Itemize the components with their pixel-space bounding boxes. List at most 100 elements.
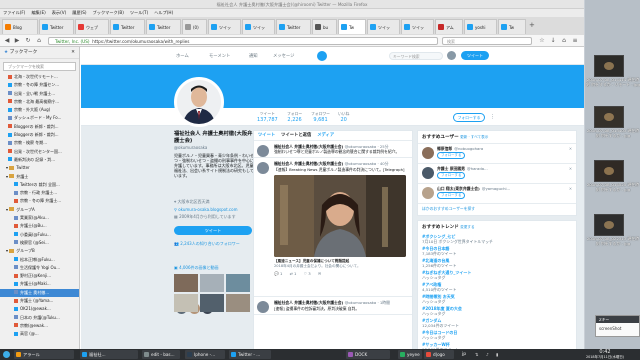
new-tab-icon[interactable]: + [529, 21, 535, 29]
home-icon[interactable]: ⌂ [35, 37, 43, 45]
menu-view[interactable]: 表示(V) [49, 9, 70, 17]
bookmark-item[interactable]: 生活保護令 Yogi Ou... [0, 264, 79, 272]
twitter-bird-icon[interactable] [317, 51, 327, 61]
tweet-avatar[interactable] [257, 162, 269, 175]
file-thumbnail[interactable] [594, 214, 624, 236]
network-icon[interactable]: ⇅ [475, 349, 479, 360]
file-label[interactable]: 2018-07-08_013403 現在時刻 何をするか - jpg [586, 128, 640, 138]
browser-tab[interactable]: ツイッ [208, 19, 241, 34]
tweet-item[interactable]: 福祉社会人 弁護士奥村徹(大阪弁護士会) @okumuraosaka · 40分… [254, 158, 412, 298]
menu-tools[interactable]: ツール(T) [127, 9, 151, 17]
follow-button[interactable]: フォローする [453, 113, 485, 122]
browser-tab[interactable]: yoshi [464, 19, 497, 34]
bookmark-folder[interactable]: ▾ グループA [0, 206, 79, 214]
browser-tab[interactable]: Twitter [110, 19, 145, 34]
menu-hamburger-icon[interactable]: ≡ [571, 37, 579, 45]
trend-item[interactable]: #ねぎねぎ大通り_ツイート ハッシュタグ [418, 269, 576, 281]
bookmark-item[interactable]: 出発 - 全い戦 弁護士... [0, 90, 79, 98]
twitter-search-input[interactable]: キーワード検索 [389, 52, 443, 60]
media-thumbnail[interactable] [226, 294, 250, 313]
bookmark-item[interactable]: 宗教 - 冬の陣 弁護セン... [0, 81, 79, 89]
bookmark-item[interactable]: 検察官 (@Sei... [0, 239, 79, 247]
notification-popup[interactable]: Zキー screenShot [595, 315, 640, 337]
file-label[interactable]: 2018-07-08_014414 現在時刻 何をするか - リモート - jp… [586, 77, 640, 87]
user-avatar[interactable] [422, 167, 434, 179]
bookmark-item[interactable]: 弁護士 (@Yama... [0, 297, 79, 305]
bookmark-item[interactable]: 日本の 弁護(@Tuku... [0, 314, 79, 322]
recommended-user[interactable]: 郷原信郎 @nobuogohara フォローする ✕ [418, 143, 576, 163]
tweet-author[interactable]: 福祉社会人 弁護士奥村徹(大阪弁護士会) [274, 161, 343, 166]
bookmark-search-input[interactable]: ブックマークを検索 [3, 62, 76, 71]
browser-tab[interactable]: Tw [338, 19, 366, 34]
bookmark-item[interactable]: Bloggerの 新郎・裁判... [0, 123, 79, 131]
taskbar-item[interactable]: d|ogo [424, 350, 454, 359]
user-name[interactable]: 山口 翔太(東京弁護士会) [437, 186, 480, 191]
bookmark-item[interactable]: 宗教 - 外大阪 (Aug) [0, 106, 79, 114]
taskbar-item[interactable]: Iphone -... [185, 350, 225, 359]
trend-item[interactable]: #今日はコードの日 ハッシュタグ [418, 329, 576, 341]
bookmark-item[interactable]: 弁護士(@Bu... [0, 222, 79, 230]
browser-tab[interactable]: Tw [498, 19, 526, 34]
back-icon[interactable]: ◀ [3, 37, 11, 45]
bookmark-item[interactable]: 最新判決の 記録・判... [0, 156, 79, 164]
browser-tab[interactable]: bu [312, 19, 337, 34]
stat-likes[interactable]: いいね 20 [338, 111, 349, 123]
menu-history[interactable]: 履歴(S) [69, 9, 89, 17]
tweet-item[interactable]: 福祉社会人 弁護士奥村徹(大阪弁護士会) @okumuraosaka · 1時間… [254, 297, 412, 315]
taskbar-item[interactable]: 福祉社... [80, 350, 138, 359]
tweet-item[interactable]: 福祉社会人 弁護士奥村徹(大阪弁護士会) @okumuraosaka · 25分… [254, 141, 412, 159]
tab-tweets-replies[interactable]: ツイートと返信 [281, 133, 311, 138]
start-menu-icon[interactable] [3, 351, 10, 358]
profile-avatar[interactable] [174, 77, 224, 127]
file-thumbnail[interactable] [594, 55, 624, 77]
media-thumbnail[interactable] [200, 294, 224, 313]
trend-item[interactable]: #サッカーW杯18,201件のツイート [418, 341, 576, 349]
bookmark-star-icon[interactable]: ☆ [538, 37, 546, 45]
bookmark-item[interactable]: 野村正(@Kenji... [0, 272, 79, 280]
taskbar-item[interactable]: yeyee [398, 350, 422, 359]
dismiss-icon[interactable]: ✕ [569, 146, 572, 151]
bookmark-folder[interactable]: ▾ グループB [0, 247, 79, 255]
bookmark-item[interactable]: 実業家(@Aku... [0, 214, 79, 222]
recommended-user[interactable]: 山口 翔太(東京弁護士会) @yamaguchi... フォローする ✕ [418, 183, 576, 203]
dismiss-icon[interactable]: ✕ [569, 166, 572, 171]
bookmark-item[interactable]: 小委員(@Fuku... [0, 231, 79, 239]
nav-messages[interactable]: メッセージ [273, 53, 294, 59]
search-input[interactable]: 検索 [442, 37, 532, 45]
stat-followers[interactable]: フォロワー 9,681 [311, 111, 330, 123]
bookmark-item[interactable]: 弁護士 奥村徹... [0, 288, 79, 298]
forward-icon[interactable]: ▶ [13, 37, 21, 45]
photos-videos-link[interactable]: ▣ 4,006件の画像と動画 [174, 265, 260, 271]
tweet-avatar[interactable] [257, 301, 269, 314]
user-name[interactable]: 弁護士 原田國男 [437, 166, 465, 171]
trend-item[interactable]: #ボクシング_七ど 7月10日 ボクシング世界タイトルマッチ [418, 233, 576, 245]
profile-tweet-button[interactable]: ツイート [174, 226, 252, 236]
url-bar[interactable]: Twitter, Inc. (US) https://twitter.com/o… [48, 37, 438, 45]
bookmark-item[interactable]: 宗教 - 冬の陣 弁護士... [0, 197, 79, 205]
bookmark-item[interactable]: OK21(@ewak... [0, 305, 79, 313]
follow-user-button[interactable]: フォローする [437, 152, 466, 159]
bookmark-item[interactable]: 宗教(@ewak... [0, 322, 79, 330]
stat-tweets[interactable]: ツイート 137,787 [257, 111, 278, 123]
tweet-image[interactable] [274, 174, 406, 257]
bookmark-item[interactable]: ダッシュボード - My Fo... [0, 114, 79, 122]
refresh-link[interactable]: 更新 · すべて表示 [460, 135, 488, 139]
trend-item[interactable]: #今日の日本語 7,183件のツイート [418, 245, 576, 257]
file-thumbnail[interactable] [594, 160, 624, 182]
nav-home[interactable]: ホーム [176, 53, 189, 59]
close-icon[interactable]: ✕ [71, 47, 75, 59]
media-thumbnail[interactable] [174, 274, 198, 293]
volume-icon[interactable]: ♪ [486, 349, 489, 360]
nav-notifications[interactable]: 通知 [249, 53, 258, 59]
trend-item[interactable]: #アベ政権 4,510件のツイート [418, 281, 576, 293]
browser-tab[interactable]: Twitter [146, 19, 181, 34]
follow-user-button[interactable]: フォローする [437, 172, 466, 179]
bookmark-item[interactable]: 宗教 - 検察 冬期... [0, 139, 79, 147]
taskbar-item[interactable]: edit - bas... [142, 350, 180, 359]
tweet-avatar[interactable] [257, 145, 269, 157]
dismiss-icon[interactable]: ✕ [569, 186, 572, 191]
file-thumbnail[interactable] [594, 106, 624, 128]
bookmark-item[interactable]: 宗教 - 行政 弁護士... [0, 189, 79, 197]
battery-icon[interactable]: ▮ [496, 349, 498, 360]
find-more-link[interactable]: ほかのおすすめユーザーを探す [418, 203, 576, 215]
